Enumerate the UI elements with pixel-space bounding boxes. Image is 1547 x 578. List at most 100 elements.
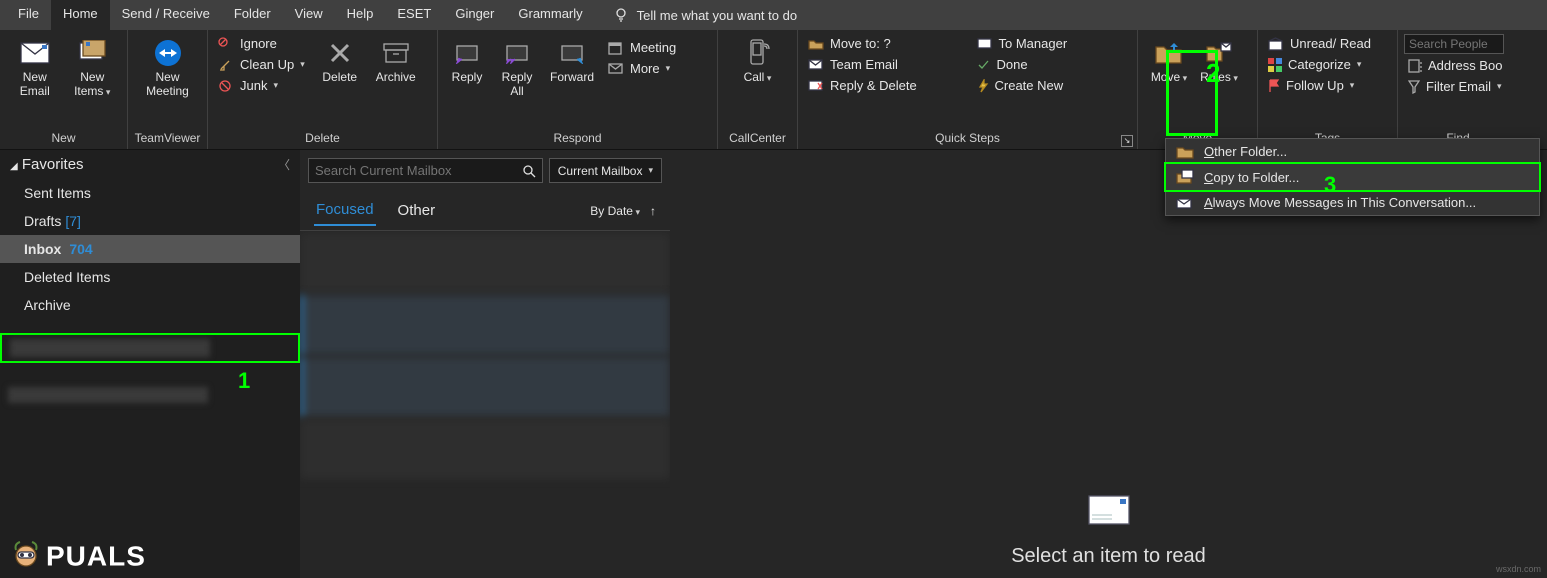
magnifier-icon [522, 164, 536, 178]
junk-button[interactable]: Junk [214, 76, 309, 95]
sidebar-item-deleted[interactable]: Deleted Items [0, 263, 300, 291]
forward-label: Forward [550, 70, 594, 84]
follow-up-button[interactable]: Follow Up [1264, 76, 1375, 95]
tab-other[interactable]: Other [396, 196, 438, 225]
menu-other-folder[interactable]: OOther Folder...ther Folder... [1166, 139, 1539, 164]
new-items-icon [77, 40, 107, 66]
group-find: Address Boo Filter Email Find [1398, 30, 1518, 149]
archive-button[interactable]: Archive [371, 34, 421, 84]
lightbulb-icon [613, 7, 629, 23]
copy-folder-icon [1176, 169, 1194, 185]
tab-focused[interactable]: Focused [314, 195, 376, 226]
cleanup-button[interactable]: Clean Up [214, 55, 309, 74]
menu-help[interactable]: Help [335, 0, 386, 30]
account-name-blurred [10, 339, 210, 357]
qs-move-to[interactable]: Move to: ? [804, 34, 963, 53]
menu-home[interactable]: Home [51, 0, 110, 30]
delete-label: Delete [322, 70, 357, 84]
reading-placeholder-text: Select an item to read [1011, 545, 1206, 568]
archive-icon [382, 42, 410, 64]
favorites-header[interactable]: ◢ Favorites 〈 [0, 150, 300, 179]
meeting-button[interactable]: Meeting [604, 38, 680, 57]
delete-button[interactable]: Delete [315, 34, 365, 84]
archive-folder-label: Archive [24, 297, 71, 313]
menu-view[interactable]: View [283, 0, 335, 30]
reply-label: Reply [452, 70, 483, 84]
menu-grammarly[interactable]: Grammarly [506, 0, 594, 30]
menu-file[interactable]: File [6, 0, 51, 30]
watermark: wsxdn.com [1496, 564, 1541, 574]
search-mailbox-input[interactable] [308, 158, 517, 183]
sort-ascending-icon[interactable]: ↑ [650, 204, 656, 218]
copy-to-folder-label: Copy to Folder... [1204, 170, 1299, 185]
ignore-button[interactable]: Ignore [214, 34, 309, 53]
call-button[interactable]: Call [724, 34, 791, 85]
sidebar-item-inbox[interactable]: Inbox704 [0, 235, 300, 263]
menu-send-receive[interactable]: Send / Receive [110, 0, 222, 30]
search-button[interactable] [517, 158, 543, 183]
message-item[interactable] [300, 233, 670, 293]
address-book-button[interactable]: Address Boo [1404, 56, 1512, 75]
qs-to-manager[interactable]: To Manager [973, 34, 1132, 53]
menu-folder[interactable]: Folder [222, 0, 283, 30]
more-button[interactable]: More [604, 59, 680, 78]
reply-all-button[interactable]: ReplyAll [494, 34, 540, 98]
categorize-label: Categorize [1288, 57, 1351, 72]
qs-dialog-launcher[interactable]: ↘ [1121, 135, 1133, 147]
junk-icon [218, 79, 234, 93]
group-call-title: CallCenter [718, 131, 797, 149]
menu-ginger[interactable]: Ginger [443, 0, 506, 30]
main-menu: File Home Send / Receive Folder View Hel… [0, 0, 1547, 30]
menu-always-move[interactable]: Always Move Messages in This Conversatio… [1166, 190, 1539, 215]
sidebar-item-archive[interactable]: Archive [0, 291, 300, 319]
ignore-label: Ignore [240, 36, 277, 51]
filter-email-button[interactable]: Filter Email [1404, 77, 1512, 96]
menu-copy-to-folder[interactable]: Copy to Folder... [1166, 164, 1539, 190]
sort-by-date[interactable]: By Date [590, 204, 640, 218]
message-item[interactable] [300, 295, 670, 355]
message-item[interactable] [300, 419, 670, 479]
qs-create-new[interactable]: Create New [973, 76, 1132, 95]
drafts-label: Drafts [24, 213, 61, 229]
phone-icon [746, 38, 770, 68]
account-node[interactable] [0, 333, 300, 363]
qs-reply-delete[interactable]: Reply & Delete [804, 76, 963, 95]
message-items[interactable] [300, 231, 670, 578]
menu-eset[interactable]: ESET [385, 0, 443, 30]
calendar-icon [608, 41, 624, 55]
forward-button[interactable]: Forward [544, 34, 600, 84]
cleanup-label: Clean Up [240, 57, 294, 72]
mascot-icon [6, 538, 46, 578]
search-people-input[interactable] [1404, 34, 1504, 54]
categories-icon [1268, 58, 1282, 72]
new-items-label: NewItems [74, 70, 110, 99]
group-new: NewEmail NewItems New [0, 30, 128, 149]
folder-icon [808, 38, 824, 50]
favorites-label: Favorites [22, 156, 84, 173]
sidebar-item-drafts[interactable]: Drafts[7] [0, 207, 300, 235]
ignore-icon [218, 37, 234, 51]
qs-create-new-label: Create New [995, 78, 1064, 93]
search-scope[interactable]: Current Mailbox [549, 158, 662, 183]
new-email-button[interactable]: NewEmail [6, 34, 64, 98]
tell-me-box[interactable]: Tell me what you want to do [613, 0, 797, 30]
group-delete: Ignore Clean Up Junk Delete Archive Dele… [208, 30, 438, 149]
junk-label: Junk [240, 78, 267, 93]
folder-icon [1176, 145, 1194, 159]
unread-read-button[interactable]: Unread/ Read [1264, 34, 1375, 53]
reply-button[interactable]: Reply [444, 34, 490, 84]
sidebar-item-sent[interactable]: Sent Items [0, 179, 300, 207]
new-items-button[interactable]: NewItems [64, 34, 122, 99]
qs-done[interactable]: Done [973, 55, 1132, 74]
unread-read-label: Unread/ Read [1290, 36, 1371, 51]
group-move: Move Rules Move [1138, 30, 1258, 149]
group-new-title: New [0, 131, 127, 149]
inbox-label: Inbox [24, 241, 61, 257]
message-item[interactable] [300, 357, 670, 417]
group-quick-steps: Move to: ? To Manager Team Email Done Re… [798, 30, 1138, 149]
qs-team-email[interactable]: Team Email [804, 55, 963, 74]
categorize-button[interactable]: Categorize [1264, 55, 1375, 74]
move-button[interactable]: Move [1144, 34, 1194, 85]
chevron-left-icon[interactable]: 〈 [278, 156, 290, 173]
new-meeting-button[interactable]: NewMeeting [134, 34, 201, 98]
